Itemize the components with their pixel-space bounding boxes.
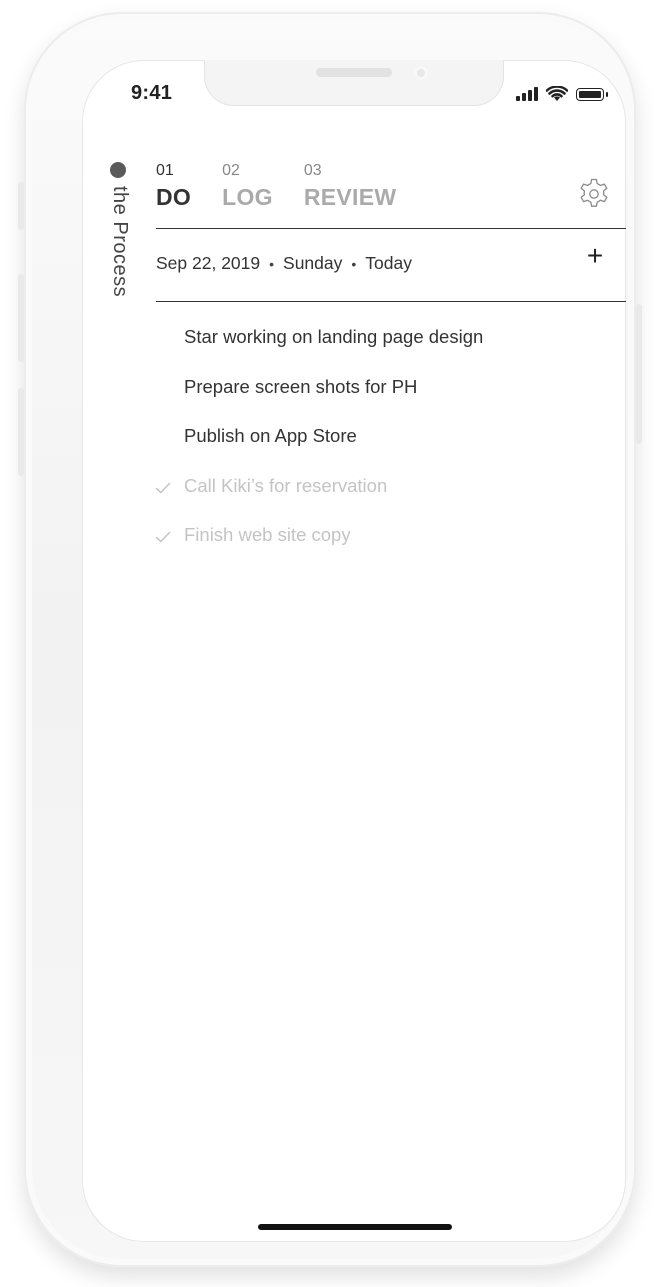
volume-up-button (18, 274, 24, 362)
front-camera (414, 66, 428, 80)
tab-bar: 01 DO 02 LOG 03 REVIEW (156, 162, 427, 212)
status-time: 9:41 (131, 82, 173, 104)
header-divider (156, 228, 626, 229)
tab-number: 03 (303, 162, 322, 179)
task-item-done[interactable]: Call Kiki’s for reservation (152, 475, 612, 525)
date-divider (156, 301, 626, 302)
status-icons (516, 86, 608, 102)
task-text: Star working on landing page design (184, 326, 484, 347)
task-text: Finish web site copy (184, 524, 351, 545)
phone-frame: 9:41 the Process 01 DO 02 LOG 03 REVIEW … (18, 12, 642, 1267)
tab-review[interactable]: 03 REVIEW (304, 162, 397, 212)
relative-day-text: Today (365, 253, 412, 273)
date-bar: Sep 22, 2019 • Sunday • Today (156, 253, 412, 274)
screen: 9:41 the Process 01 DO 02 LOG 03 REVIEW … (82, 60, 626, 1242)
power-button (636, 304, 642, 444)
battery-level (579, 90, 601, 98)
task-list: Star working on landing page design Prep… (152, 326, 612, 574)
tab-label: DO (156, 184, 192, 210)
task-text: Publish on App Store (184, 425, 357, 446)
task-item-done[interactable]: Finish web site copy (152, 524, 612, 574)
notch (204, 60, 504, 106)
speaker (316, 68, 392, 77)
gear-icon[interactable] (576, 176, 612, 212)
home-indicator[interactable] (258, 1224, 452, 1230)
tab-log[interactable]: 02 LOG (222, 162, 273, 212)
add-task-button[interactable]: + (583, 240, 607, 271)
brand-dot-icon (110, 162, 126, 178)
battery-icon (576, 87, 608, 101)
separator-dot: • (351, 255, 357, 272)
separator-dot: • (269, 255, 275, 272)
tab-do[interactable]: 01 DO (156, 162, 191, 212)
task-item[interactable]: Prepare screen shots for PH (152, 376, 612, 426)
tab-number: 02 (222, 162, 240, 179)
volume-down-button (18, 388, 24, 476)
checkmark-icon (155, 482, 171, 493)
tab-number: 01 (156, 162, 174, 179)
date-text: Sep 22, 2019 (156, 253, 261, 273)
task-text: Call Kiki’s for reservation (184, 474, 388, 496)
app-brand: the Process (109, 186, 131, 298)
weekday-text: Sunday (283, 253, 343, 273)
tab-label: REVIEW (303, 184, 397, 210)
checkmark-icon (155, 531, 171, 543)
plus-icon: + (586, 240, 604, 271)
task-item[interactable]: Star working on landing page design (152, 326, 612, 376)
wifi-icon (546, 86, 568, 101)
mute-switch (18, 182, 24, 230)
task-text: Prepare screen shots for PH (184, 375, 418, 397)
task-item[interactable]: Publish on App Store (152, 425, 612, 475)
tab-label: LOG (222, 184, 273, 210)
cellular-signal-icon (516, 87, 538, 101)
